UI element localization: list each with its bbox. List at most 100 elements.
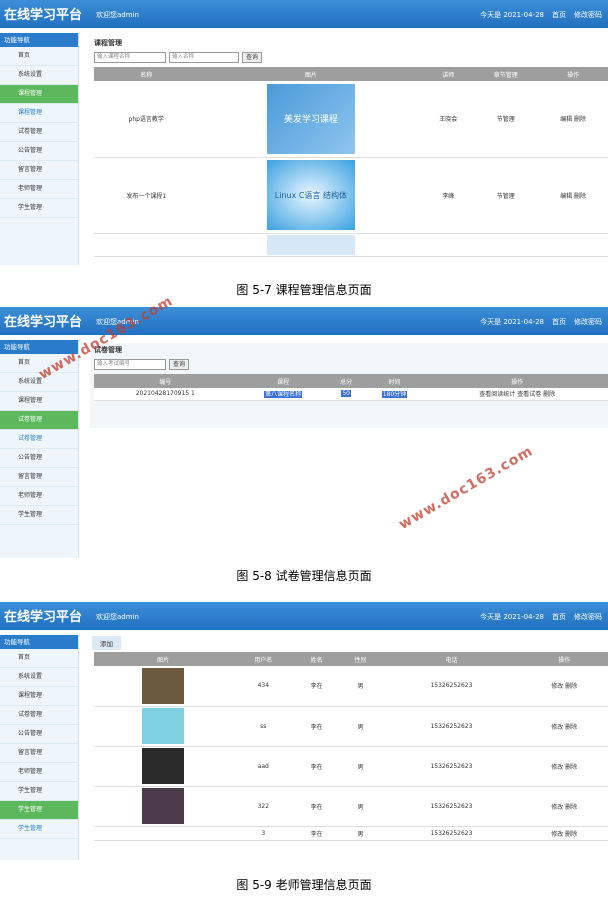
sidebar-item-notice[interactable]: 公告管理 (0, 725, 78, 744)
app-title: 在线学习平台 (4, 610, 83, 625)
table-row: php语言教学 美发学习课程 王晓会 节管理 编辑 删除 (94, 81, 608, 158)
sidebar-subitem-student[interactable]: 学生管理 (0, 820, 78, 839)
sidebar: 功能导航 首页 系统设置 课程管理 试卷管理 公告管理 留言管理 老师管理 学生… (0, 635, 79, 860)
sidebar-item-exam[interactable]: 试卷管理 (0, 706, 78, 725)
col-score: 总分 (329, 374, 363, 388)
sidebar-item-student[interactable]: 学生管理 (0, 199, 78, 218)
sidebar-item-course[interactable]: 课程管理 (0, 687, 78, 706)
app-title: 在线学习平台 (4, 315, 83, 330)
avatar (141, 748, 184, 784)
col-course: 课程 (236, 374, 330, 388)
name-input[interactable]: 输入名称 (169, 52, 239, 63)
col-time: 时间 (362, 374, 427, 388)
avatar (141, 788, 184, 824)
sidebar-item-course[interactable]: 课程管理 (0, 392, 78, 411)
table-row: 434 李在男 15326252623 修改 删除 (94, 666, 608, 707)
table-row: aad 李在男 15326252623 修改 删除 (94, 746, 608, 787)
row-actions[interactable]: 修改 删除 (520, 786, 608, 827)
home-link[interactable]: 首页 (552, 612, 566, 622)
sidebar-item-home[interactable]: 首页 (0, 47, 78, 66)
course-table: 名称 图片 讲师 章节管理 操作 php语言教学 美发学习课程 王晓会 节管理 编辑 删… (94, 67, 608, 257)
col-id: 编号 (94, 374, 237, 388)
row-actions[interactable]: 编辑 删除 (538, 157, 608, 234)
table-row (94, 233, 608, 257)
col-phone: 电话 (382, 652, 521, 666)
sidebar-item-message[interactable]: 留言管理 (0, 161, 78, 180)
welcome-text: 欢迎您admin (96, 11, 139, 19)
change-password-link[interactable]: 修改密码 (574, 612, 602, 622)
sidebar-item-exam[interactable]: 试卷管理 (0, 411, 78, 430)
page-title: 试卷管理 (94, 346, 122, 354)
figure-caption-3: 图 5-9 老师管理信息页面 (236, 878, 372, 892)
row-actions[interactable]: 修改 删除 (520, 706, 608, 747)
sidebar-item-teacher[interactable]: 老师管理 (0, 180, 78, 199)
table-row: 322 李在男 15326252623 修改 删除 (94, 786, 608, 827)
figure-caption-1: 图 5-7 课程管理信息页面 (236, 283, 372, 297)
table-row: ss 李在男 15326252623 修改 删除 (94, 706, 608, 747)
course-name-input[interactable]: 输入课程名称 (94, 52, 166, 63)
avatar (141, 708, 184, 744)
sidebar-item-settings[interactable]: 系统设置 (0, 373, 78, 392)
sidebar-item-home[interactable]: 首页 (0, 649, 78, 668)
col-teacher: 讲师 (423, 67, 474, 81)
row-actions[interactable]: 修改 删除 (520, 746, 608, 787)
row-actions[interactable]: 编辑 删除 (538, 81, 608, 158)
top-bar: 在线学习平台 欢迎您admin 今天是 2021-04-28 首页 修改密码 (0, 602, 608, 630)
col-ops: 操作 (426, 374, 608, 388)
sidebar-item-exam[interactable]: 试卷管理 (0, 123, 78, 142)
date-text: 今天是 2021-04-28 (480, 11, 544, 19)
sidebar-item-student[interactable]: 学生管理 (0, 782, 78, 801)
course-management-screenshot: 在线学习平台 欢迎您admin 今天是 2021-04-28 首页 修改密码 功能导… (0, 0, 608, 265)
sidebar-item-teacher[interactable]: 老师管理 (0, 763, 78, 782)
col-gender: 性别 (338, 652, 383, 666)
col-name: 名称 (94, 67, 199, 81)
course-cover: Linux C语言 结构体 (266, 160, 355, 230)
home-link[interactable]: 首页 (552, 10, 566, 20)
sidebar-item-notice[interactable]: 公告管理 (0, 142, 78, 161)
col-username: 用户名 (231, 652, 295, 666)
row-actions[interactable]: 修改 删除 (520, 826, 608, 841)
sidebar-item-notice[interactable]: 公告管理 (0, 449, 78, 468)
teacher-table: 图片 用户名 姓名 性别 电话 操作 434 李在男 15326252623 修改 删除 ss 李… (94, 652, 608, 841)
sidebar-item-message[interactable]: 留言管理 (0, 468, 78, 487)
chapter-link[interactable]: 节管理 (473, 157, 539, 234)
exam-id-input[interactable]: 输入考试编号 (94, 359, 166, 370)
delete-link[interactable]: 删除 (543, 391, 555, 398)
sidebar-item-student[interactable]: 学生管理 (0, 506, 78, 525)
add-button[interactable]: 添加 (92, 636, 121, 650)
sidebar-item-message[interactable]: 留言管理 (0, 744, 78, 763)
welcome-text: 欢迎您admin (96, 613, 139, 621)
sidebar-subitem-exam[interactable]: 试卷管理 (0, 430, 78, 449)
app-title: 在线学习平台 (4, 8, 83, 23)
view-exam-link[interactable]: 查看试卷 (517, 391, 541, 398)
table-row: 3 李在男 15326252623 修改 删除 (94, 826, 608, 841)
col-ops: 操作 (520, 652, 608, 666)
col-image: 图片 (94, 652, 232, 666)
change-password-link[interactable]: 修改密码 (574, 10, 602, 20)
row-actions[interactable]: 修改 删除 (520, 666, 608, 707)
col-image: 图片 (198, 67, 424, 81)
change-password-link[interactable]: 修改密码 (574, 317, 602, 327)
chapter-link[interactable]: 节管理 (473, 81, 539, 158)
sidebar-header: 功能导航 (0, 33, 78, 47)
col-chapter: 章节管理 (473, 67, 539, 81)
course-cover: 美发学习课程 (266, 83, 355, 154)
sidebar-item-settings[interactable]: 系统设置 (0, 668, 78, 687)
avatar (141, 667, 184, 704)
date-text: 今天是 2021-04-28 (480, 613, 544, 621)
main-area: 添加 图片 用户名 姓名 性别 电话 操作 434 李在男 15326252623 修改 删除 … (90, 634, 608, 860)
teacher-management-screenshot: 在线学习平台 欢迎您admin 今天是 2021-04-28 首页 修改密码 功能导… (0, 602, 608, 860)
sidebar-item-teacher[interactable]: 老师管理 (0, 487, 78, 506)
table-row: 20210428170915 1 第八课程名称 50 180分钟 查看阅读统计 … (94, 388, 608, 401)
search-button[interactable]: 查询 (169, 359, 190, 370)
date-text: 今天是 2021-04-28 (480, 318, 544, 326)
sidebar-subitem-course[interactable]: 课程管理 (0, 104, 78, 123)
sidebar-item-student-active[interactable]: 学生管理 (0, 801, 78, 820)
main-area: 课程管理 输入课程名称 输入名称 查询 名称 图片 讲师 章节管理 操作 php语言教学… (90, 36, 608, 265)
sidebar-item-course[interactable]: 课程管理 (0, 85, 78, 104)
home-link[interactable]: 首页 (552, 317, 566, 327)
view-stats-link[interactable]: 查看阅读统计 (479, 391, 515, 398)
exam-table: 编号 课程 总分 时间 操作 20210428170915 1 第八课程名称 50 18… (94, 374, 608, 401)
search-button[interactable]: 查询 (242, 52, 263, 63)
sidebar-item-settings[interactable]: 系统设置 (0, 66, 78, 85)
